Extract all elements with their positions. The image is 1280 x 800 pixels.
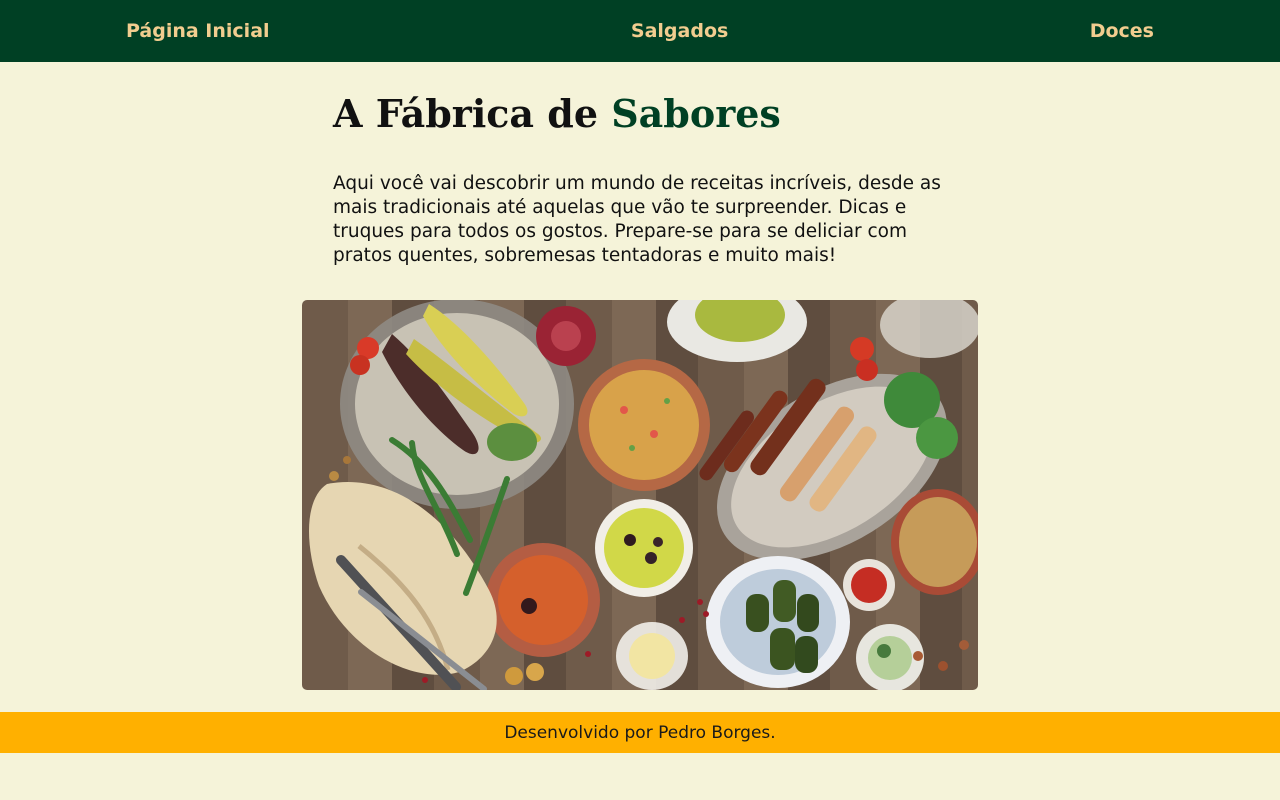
footer-credit: Desenvolvido por Pedro Borges.: [504, 722, 776, 743]
nav-link-home[interactable]: Página Inicial: [126, 20, 270, 42]
top-navbar: Página Inicial Salgados Doces: [0, 0, 1280, 62]
nav-link-salgados[interactable]: Salgados: [631, 20, 728, 42]
page-title: A Fábrica de Sabores: [333, 92, 978, 136]
intro-paragraph: Aqui você vai descobrir um mundo de rece…: [333, 173, 941, 266]
nav-link-doces[interactable]: Doces: [1090, 20, 1154, 42]
main-content: A Fábrica de Sabores Aqui você vai desco…: [302, 92, 978, 690]
food-hero-image: [302, 300, 978, 690]
page-footer: Desenvolvido por Pedro Borges.: [0, 712, 1280, 753]
title-prefix: A Fábrica de: [333, 91, 598, 136]
title-accent: Sabores: [611, 91, 781, 136]
food-illustration: [308, 300, 978, 690]
